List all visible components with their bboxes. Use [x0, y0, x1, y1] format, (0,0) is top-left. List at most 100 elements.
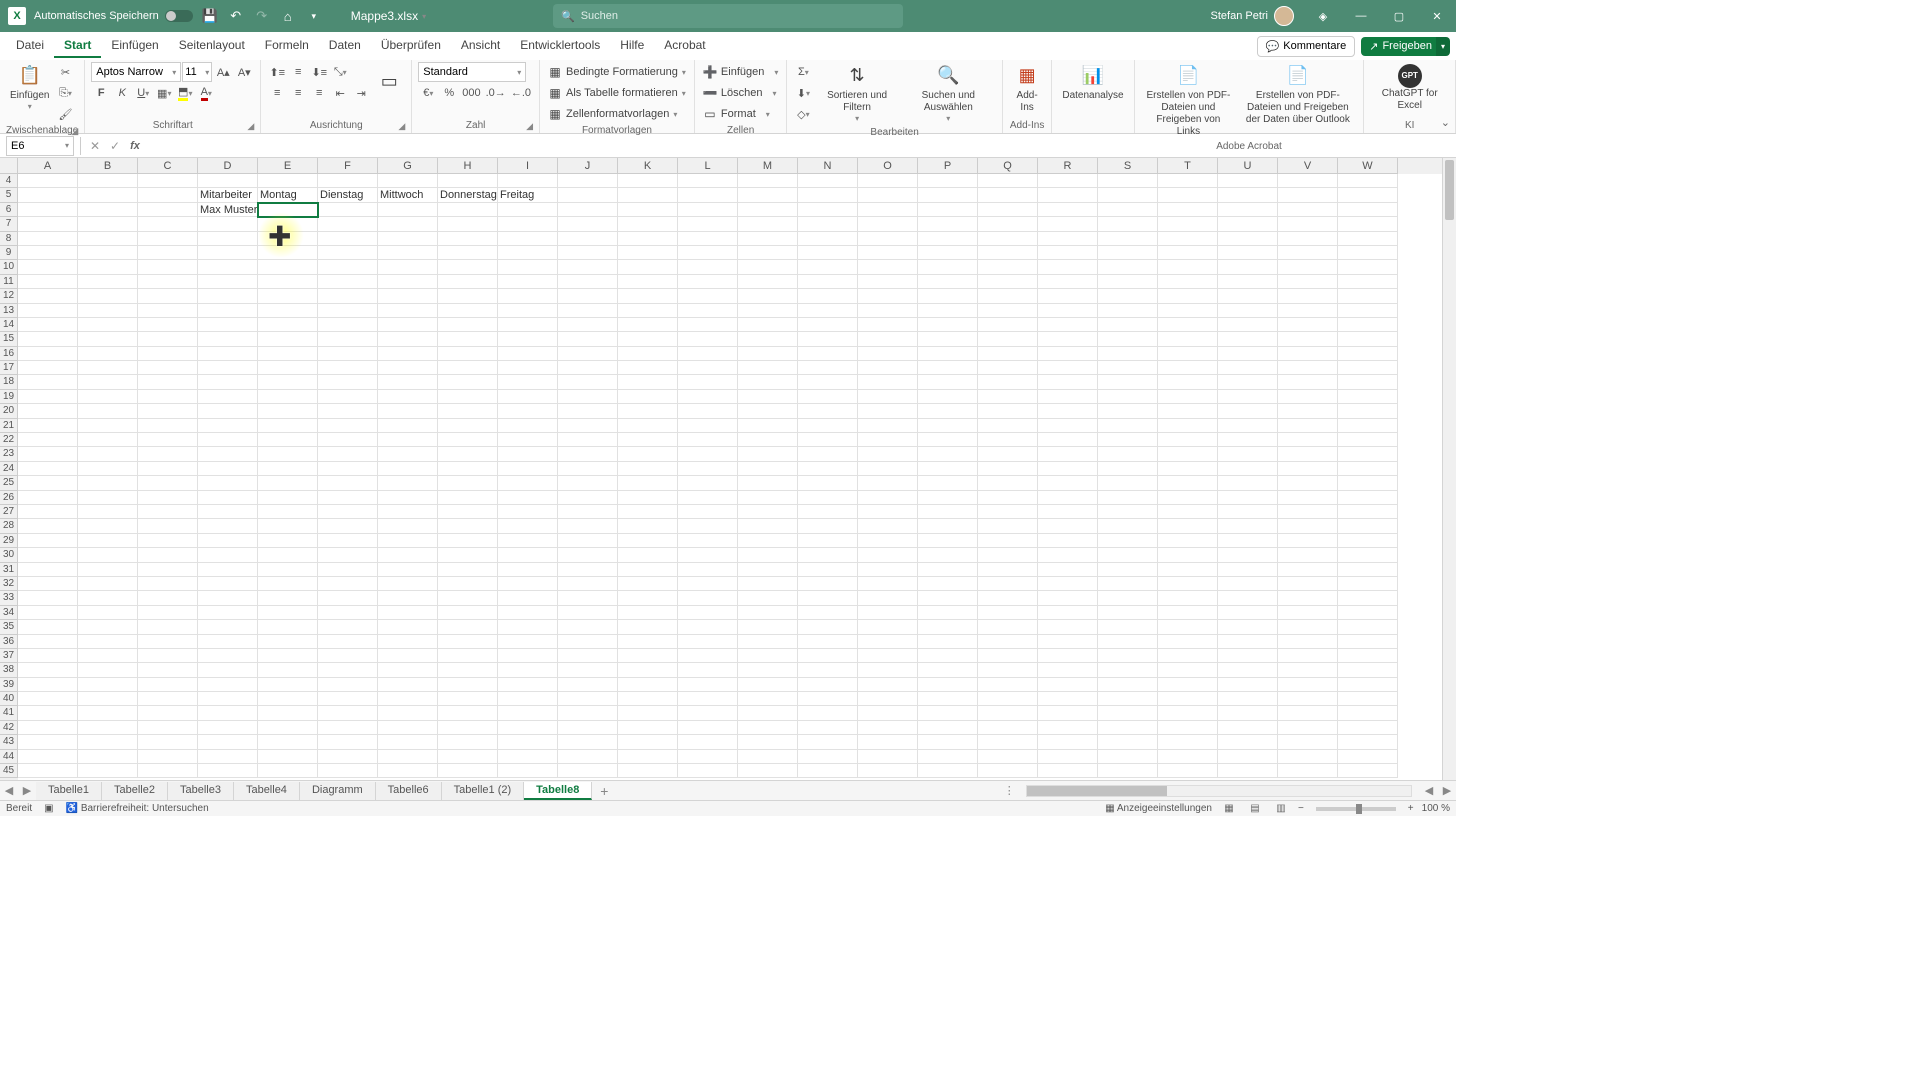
cell[interactable] [1098, 246, 1158, 260]
cell[interactable] [618, 591, 678, 605]
cell[interactable] [438, 678, 498, 692]
font-size-combo[interactable]: 11▾ [182, 62, 212, 82]
cell[interactable] [1158, 203, 1218, 217]
cell[interactable] [678, 246, 738, 260]
cell[interactable] [438, 706, 498, 720]
column-header[interactable]: M [738, 158, 798, 174]
row-header[interactable]: 10 [0, 260, 18, 274]
cell[interactable] [1338, 304, 1398, 318]
cell[interactable] [1338, 591, 1398, 605]
cell[interactable] [858, 347, 918, 361]
cell[interactable] [438, 304, 498, 318]
cell[interactable] [858, 375, 918, 389]
cell[interactable] [1338, 534, 1398, 548]
cell[interactable]: Mittwoch [378, 188, 438, 202]
dialog-launcher-icon[interactable]: ◢ [526, 121, 533, 132]
italic-icon[interactable]: K [112, 83, 132, 103]
cell[interactable] [1338, 548, 1398, 562]
cell[interactable] [198, 232, 258, 246]
cell[interactable] [378, 419, 438, 433]
cell[interactable] [978, 750, 1038, 764]
cell[interactable] [678, 447, 738, 461]
cell[interactable] [1158, 347, 1218, 361]
cell[interactable] [558, 304, 618, 318]
cell[interactable] [678, 491, 738, 505]
cell[interactable] [1338, 275, 1398, 289]
cell[interactable] [1158, 706, 1218, 720]
cell[interactable] [318, 375, 378, 389]
cell[interactable] [498, 620, 558, 634]
cell[interactable] [558, 390, 618, 404]
cell[interactable] [1218, 534, 1278, 548]
cell[interactable] [438, 663, 498, 677]
cell[interactable] [378, 519, 438, 533]
cell[interactable] [198, 764, 258, 778]
cell[interactable] [858, 563, 918, 577]
row-header[interactable]: 9 [0, 246, 18, 260]
column-header[interactable]: D [198, 158, 258, 174]
cell[interactable] [198, 462, 258, 476]
column-header[interactable]: K [618, 158, 678, 174]
cell[interactable] [1158, 476, 1218, 490]
cell[interactable] [738, 563, 798, 577]
cell[interactable] [1038, 332, 1098, 346]
cell[interactable] [78, 304, 138, 318]
cell[interactable] [798, 188, 858, 202]
cell[interactable] [18, 606, 78, 620]
cell[interactable] [258, 678, 318, 692]
scrollbar-thumb[interactable] [1027, 786, 1167, 796]
cell[interactable] [258, 217, 318, 231]
cell[interactable] [978, 246, 1038, 260]
cell[interactable] [678, 505, 738, 519]
file-name[interactable]: Mappe3.xlsx ▾ [351, 9, 426, 23]
row-header[interactable]: 17 [0, 361, 18, 375]
cell[interactable] [558, 232, 618, 246]
cell[interactable] [1098, 620, 1158, 634]
cell[interactable] [678, 663, 738, 677]
cell[interactable] [618, 390, 678, 404]
cell[interactable] [678, 692, 738, 706]
cell[interactable] [738, 419, 798, 433]
cell[interactable] [858, 217, 918, 231]
cell[interactable] [978, 649, 1038, 663]
chatgpt-button[interactable]: GPT ChatGPT for Excel [1370, 62, 1449, 114]
cell[interactable] [978, 606, 1038, 620]
cell[interactable] [798, 419, 858, 433]
cell[interactable] [798, 735, 858, 749]
cell[interactable] [378, 375, 438, 389]
cell[interactable] [438, 347, 498, 361]
cell[interactable] [918, 721, 978, 735]
cell[interactable] [498, 635, 558, 649]
cell[interactable] [738, 375, 798, 389]
cell[interactable] [798, 217, 858, 231]
cell[interactable] [918, 635, 978, 649]
cell[interactable] [438, 246, 498, 260]
cell[interactable] [78, 361, 138, 375]
cell[interactable] [198, 419, 258, 433]
cell[interactable] [858, 260, 918, 274]
cell[interactable] [1038, 663, 1098, 677]
cell[interactable] [1038, 318, 1098, 332]
cell[interactable] [678, 764, 738, 778]
cell[interactable] [798, 491, 858, 505]
cell[interactable] [858, 706, 918, 720]
cell[interactable] [1338, 347, 1398, 361]
cell[interactable] [198, 706, 258, 720]
cell[interactable] [1278, 447, 1338, 461]
cell[interactable] [1038, 232, 1098, 246]
cell[interactable] [1278, 548, 1338, 562]
cell[interactable] [798, 476, 858, 490]
cell[interactable] [918, 174, 978, 188]
cell[interactable] [678, 635, 738, 649]
cell[interactable] [498, 577, 558, 591]
cell[interactable] [438, 318, 498, 332]
cell[interactable] [558, 375, 618, 389]
cell[interactable] [1218, 419, 1278, 433]
cell[interactable] [738, 591, 798, 605]
cell[interactable] [378, 663, 438, 677]
cell[interactable] [378, 505, 438, 519]
cell[interactable] [738, 332, 798, 346]
cell[interactable] [258, 260, 318, 274]
cell[interactable] [438, 203, 498, 217]
cell[interactable] [978, 577, 1038, 591]
